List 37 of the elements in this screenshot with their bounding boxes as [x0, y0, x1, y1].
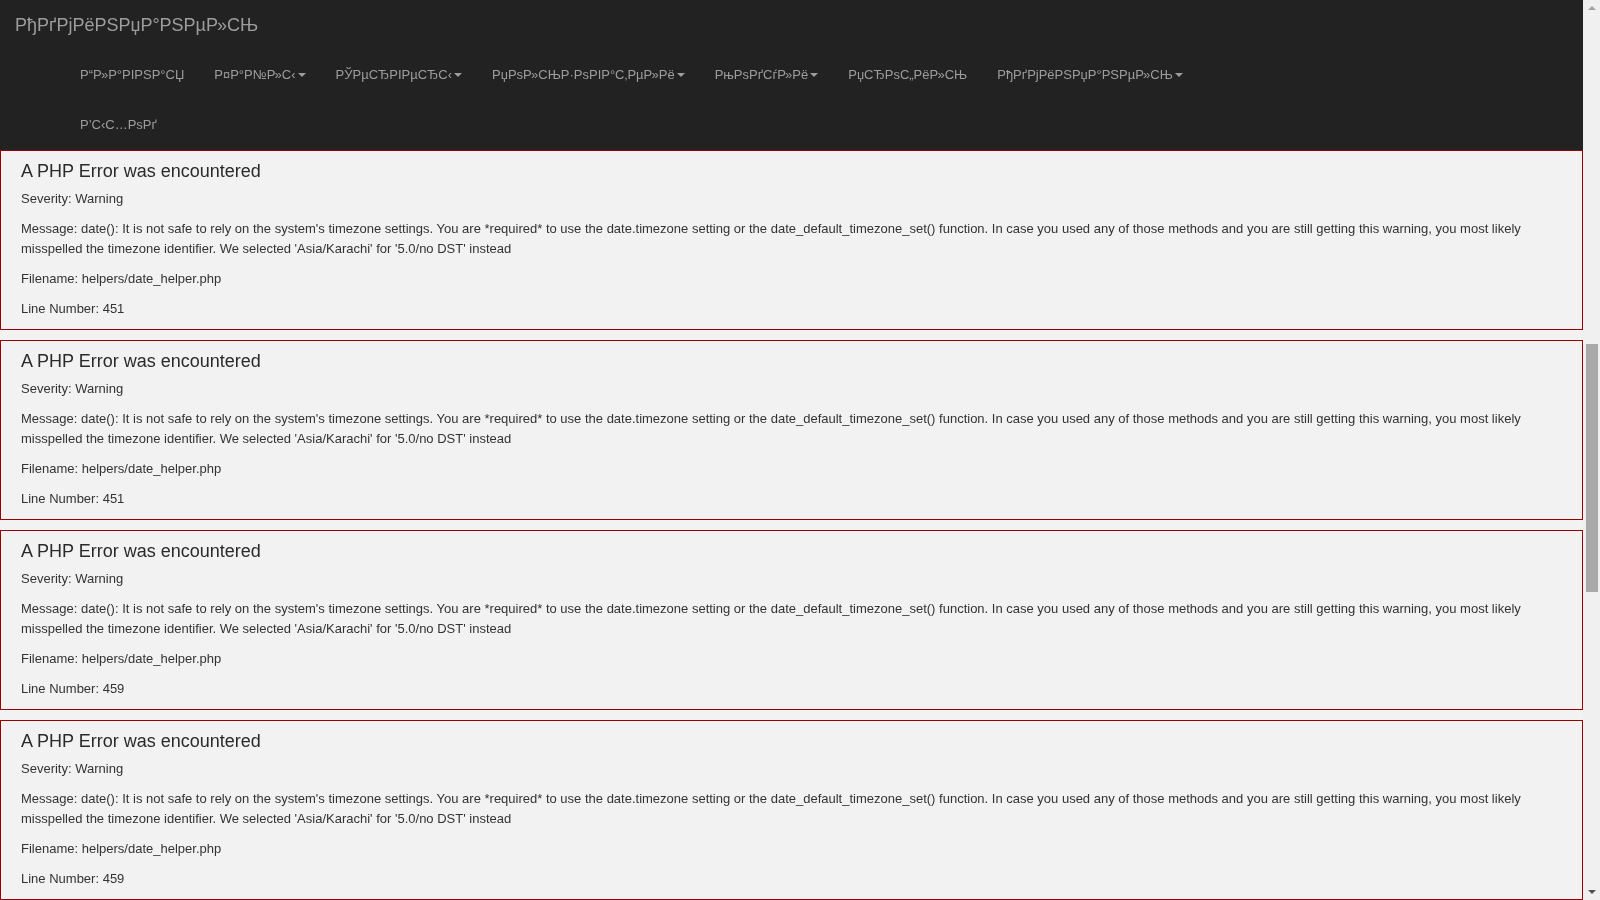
error-message: Message: date(): It is not safe to rely on the system's timezone settings. You are *required* to use the date.timezone setting or the date_default_timezone_set() function. In case you used any of those methods and you are still getting this warning, you most likely misspelled the timezone identifier. We selected 'Asia/Karachi' for '5.0/no DST' instead — [21, 790, 1522, 828]
error-severity: Severity: Warning — [21, 570, 125, 588]
error-severity: Severity: Warning — [21, 760, 125, 778]
error-line-number: Line Number: 459 — [21, 680, 126, 698]
nav-dropdown[interactable]: Р¤Р°Р№Р»С‹ — [199, 50, 321, 100]
nav-dropdown[interactable]: РџРѕР»СЊР·РѕРІР°С‚РµР»Рё — [477, 50, 700, 100]
nav-link[interactable]: Р“Р»Р°РІРЅР°СЏ — [65, 50, 200, 100]
error-severity: Severity: Warning — [21, 380, 125, 398]
scroll-down-icon[interactable] — [1587, 890, 1596, 894]
error-message: Message: date(): It is not safe to rely on the system's timezone settings. You are *required* to use the date.timezone setting or the date_default_timezone_set() function. In case you used any of those methods and you are still getting this warning, you most likely misspelled the timezone identifier. We selected 'Asia/Karachi' for '5.0/no DST' instead — [21, 410, 1522, 448]
error-filename: Filename: helpers/date_helper.php — [21, 460, 223, 478]
nav-link[interactable]: РџСЂРѕС„РёР»СЊ — [833, 50, 983, 100]
error-heading: A PHP Error was encountered — [21, 351, 262, 371]
nav-dropdown[interactable]: РђРґРјРёРЅРџР°РЅРµР»СЊ — [982, 50, 1198, 100]
error-heading: A PHP Error was encountered — [21, 731, 262, 751]
error-line-number: Line Number: 451 — [21, 490, 126, 508]
error-heading: A PHP Error was encountered — [21, 161, 262, 181]
caret-icon — [297, 73, 306, 77]
error-line-number: Line Number: 451 — [21, 300, 126, 318]
error-heading: A PHP Error was encountered — [21, 541, 262, 561]
caret-icon — [454, 73, 463, 77]
error-filename: Filename: helpers/date_helper.php — [21, 840, 223, 858]
error-line-number: Line Number: 459 — [21, 870, 126, 888]
caret-icon — [676, 73, 685, 77]
nav-link[interactable]: Р’С‹С…РѕРґ — [65, 100, 172, 150]
error-severity: Severity: Warning — [21, 190, 125, 208]
error-filename: Filename: helpers/date_helper.php — [21, 270, 223, 288]
scrollbar-thumb[interactable] — [1585, 344, 1598, 592]
brand-link[interactable]: РђРґРјРёРЅРџР°РЅРµР»СЊ — [0, 0, 274, 50]
nav-dropdown[interactable]: РњРѕРґСѓР»Рё — [699, 50, 834, 100]
caret-icon — [1174, 73, 1183, 77]
scroll-up-icon[interactable] — [1587, 6, 1596, 10]
error-message: Message: date(): It is not safe to rely on the system's timezone settings. You are *required* to use the date.timezone setting or the date_default_timezone_set() function. In case you used any of those methods and you are still getting this warning, you most likely misspelled the timezone identifier. We selected 'Asia/Karachi' for '5.0/no DST' instead — [21, 600, 1522, 638]
error-message: Message: date(): It is not safe to rely on the system's timezone settings. You are *required* to use the date.timezone setting or the date_default_timezone_set() function. In case you used any of those methods and you are still getting this warning, you most likely misspelled the timezone identifier. We selected 'Asia/Karachi' for '5.0/no DST' instead — [21, 220, 1522, 258]
nav-dropdown[interactable]: РЎРµСЂРІРµСЂС‹ — [320, 50, 478, 100]
error-filename: Filename: helpers/date_helper.php — [21, 650, 223, 668]
caret-icon — [810, 73, 819, 77]
